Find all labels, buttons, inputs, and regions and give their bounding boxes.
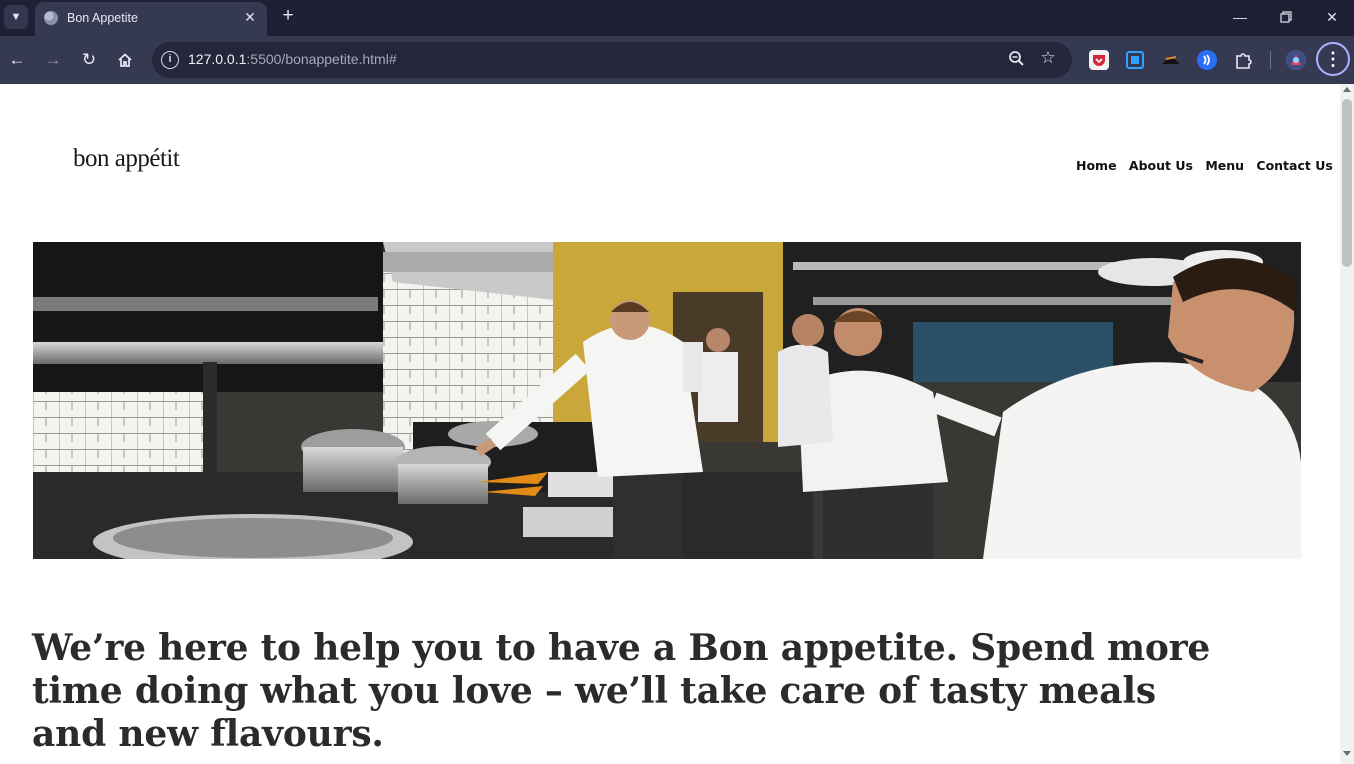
- home-icon[interactable]: [113, 48, 137, 72]
- page-headline: We’re here to help you to have a Bon app…: [32, 627, 1211, 755]
- close-window-icon[interactable]: ✕: [1318, 4, 1346, 30]
- tab-strip: ▼ Bon Appetite ✕ + — ✕: [0, 0, 1354, 36]
- minimize-icon[interactable]: —: [1226, 4, 1254, 30]
- browser-toolbar: ← → ↻ i 127.0.0.1:5500/bonappetite.html#…: [0, 36, 1354, 84]
- hero-image: [33, 242, 1301, 559]
- extension-screenshot-icon[interactable]: [1125, 50, 1145, 70]
- page-scrollbar[interactable]: [1340, 84, 1354, 764]
- tab-list-icon[interactable]: ▼: [4, 5, 28, 29]
- extensions-icon[interactable]: [1234, 50, 1254, 70]
- scrollbar-thumb[interactable]: [1342, 99, 1352, 267]
- reload-icon[interactable]: ↻: [77, 48, 101, 72]
- extension-pocket-icon[interactable]: [1089, 50, 1109, 70]
- page-viewport: bon appétit Home About Us Menu Contact U…: [0, 84, 1340, 764]
- site-info-icon[interactable]: i: [161, 51, 179, 69]
- scroll-down-icon[interactable]: [1343, 751, 1351, 756]
- tab-bon-appetite[interactable]: Bon Appetite ✕: [35, 2, 267, 36]
- tab-title: Bon Appetite: [67, 11, 138, 25]
- nav-home[interactable]: Home: [1076, 158, 1117, 173]
- nav-about-us[interactable]: About Us: [1129, 158, 1193, 173]
- menu-icon[interactable]: ⋮: [1316, 42, 1350, 76]
- address-bar[interactable]: i 127.0.0.1:5500/bonappetite.html# ☆: [152, 42, 1072, 78]
- new-tab-icon[interactable]: +: [277, 5, 299, 27]
- back-icon[interactable]: ←: [5, 48, 29, 72]
- scroll-up-icon[interactable]: [1343, 87, 1351, 92]
- nav-contact-us[interactable]: Contact Us: [1256, 158, 1332, 173]
- site-logo[interactable]: bon appétit: [73, 145, 180, 173]
- profile-avatar[interactable]: [1286, 50, 1306, 70]
- restore-icon[interactable]: [1272, 4, 1300, 30]
- extension-wave-icon[interactable]: [1197, 50, 1217, 70]
- zoom-icon[interactable]: [1007, 49, 1027, 69]
- site-favicon-icon: [44, 11, 58, 25]
- tab-close-icon[interactable]: ✕: [241, 8, 259, 26]
- toolbar-separator: [1270, 51, 1271, 69]
- nav-menu[interactable]: Menu: [1205, 158, 1244, 173]
- url-text[interactable]: 127.0.0.1:5500/bonappetite.html#: [188, 51, 397, 67]
- main-nav: Home About Us Menu Contact Us ▼: [1076, 158, 1340, 173]
- extension-hat-icon[interactable]: [1160, 50, 1180, 70]
- forward-icon[interactable]: →: [41, 48, 65, 72]
- bookmark-star-icon[interactable]: ☆: [1038, 47, 1058, 69]
